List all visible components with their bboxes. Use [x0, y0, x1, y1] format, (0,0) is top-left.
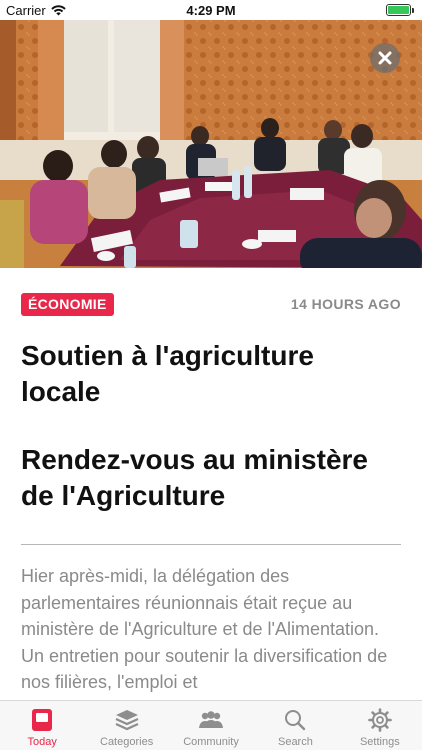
article-title: Soutien à l'agriculture locale: [21, 340, 314, 407]
tab-label-categories: Categories: [100, 736, 154, 748]
article-meta: ÉCONOMIE 14 HOURS AGO: [21, 293, 401, 316]
status-bar: Carrier 4:29 PM: [0, 0, 422, 20]
divider: [21, 544, 401, 545]
close-button[interactable]: [370, 43, 400, 73]
meeting-photo: [0, 20, 422, 268]
tab-categories[interactable]: Categories: [84, 701, 168, 750]
close-icon: [378, 51, 392, 65]
tab-label-search: Search: [277, 736, 313, 748]
tab-label-today: Today: [27, 736, 57, 748]
article-body: Hier après-midi, la délégation des parle…: [21, 566, 388, 692]
hero-photo: [0, 20, 422, 268]
tab-label-community: Community: [183, 736, 239, 748]
category-badge[interactable]: ÉCONOMIE: [21, 293, 114, 316]
tab-community[interactable]: Community: [169, 701, 253, 750]
gear-icon: [367, 707, 393, 733]
tab-search[interactable]: Search: [253, 701, 337, 750]
clock: 4:29 PM: [186, 3, 236, 18]
tab-label-settings: Settings: [359, 736, 400, 748]
search-icon: [282, 707, 308, 733]
tab-settings[interactable]: Settings: [338, 701, 422, 750]
timestamp: 14 HOURS AGO: [290, 296, 401, 312]
tab-bar: Today Categories Community Search Settin…: [0, 700, 422, 750]
today-icon: [29, 707, 55, 733]
battery-icon: [386, 4, 411, 16]
people-icon: [198, 707, 224, 733]
tab-today[interactable]: Today: [0, 701, 84, 750]
stack-icon: [114, 707, 140, 733]
battery-indicator: [386, 4, 414, 16]
article-subtitle: Rendez-vous au ministère de l'Agricultur…: [21, 444, 368, 511]
